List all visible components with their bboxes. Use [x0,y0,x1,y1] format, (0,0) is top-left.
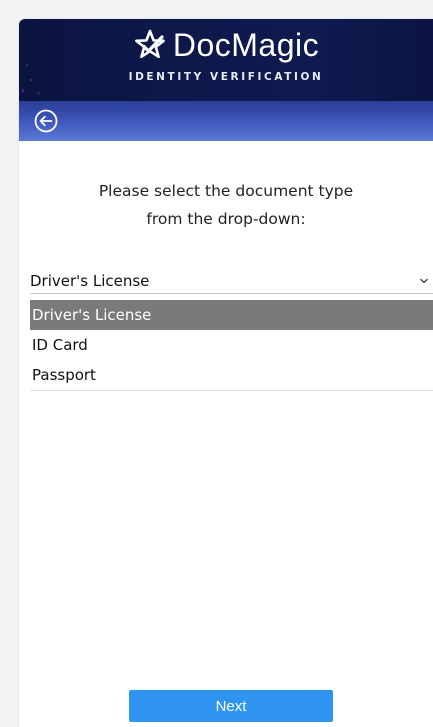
instruction-text: Please select the document type from the… [19,177,433,233]
nav-bar [19,101,433,141]
chevron-down-icon [420,278,428,283]
star-check-icon [134,29,165,59]
arrow-left-circle-icon [34,109,58,133]
document-type-select[interactable]: Driver's License [30,268,433,294]
header-banner: DocMagic IDENTITY VERIFICATION [19,19,433,101]
brand: DocMagic [19,27,433,63]
document-type-options: Driver's License ID Card Passport [30,300,433,391]
verification-card: DocMagic IDENTITY VERIFICATION Please se… [19,19,433,727]
back-button[interactable] [31,106,61,136]
next-button[interactable]: Next [129,690,333,722]
brand-subtitle: IDENTITY VERIFICATION [128,71,324,83]
instruction-line-2: from the drop-down: [146,210,306,228]
option-id-card[interactable]: ID Card [30,330,433,360]
brand-name: DocMagic [172,27,320,63]
option-passport[interactable]: Passport [30,360,433,390]
option-drivers-license[interactable]: Driver's License [30,300,433,330]
instruction-line-1: Please select the document type [98,182,354,200]
select-value: Driver's License [30,271,150,290]
